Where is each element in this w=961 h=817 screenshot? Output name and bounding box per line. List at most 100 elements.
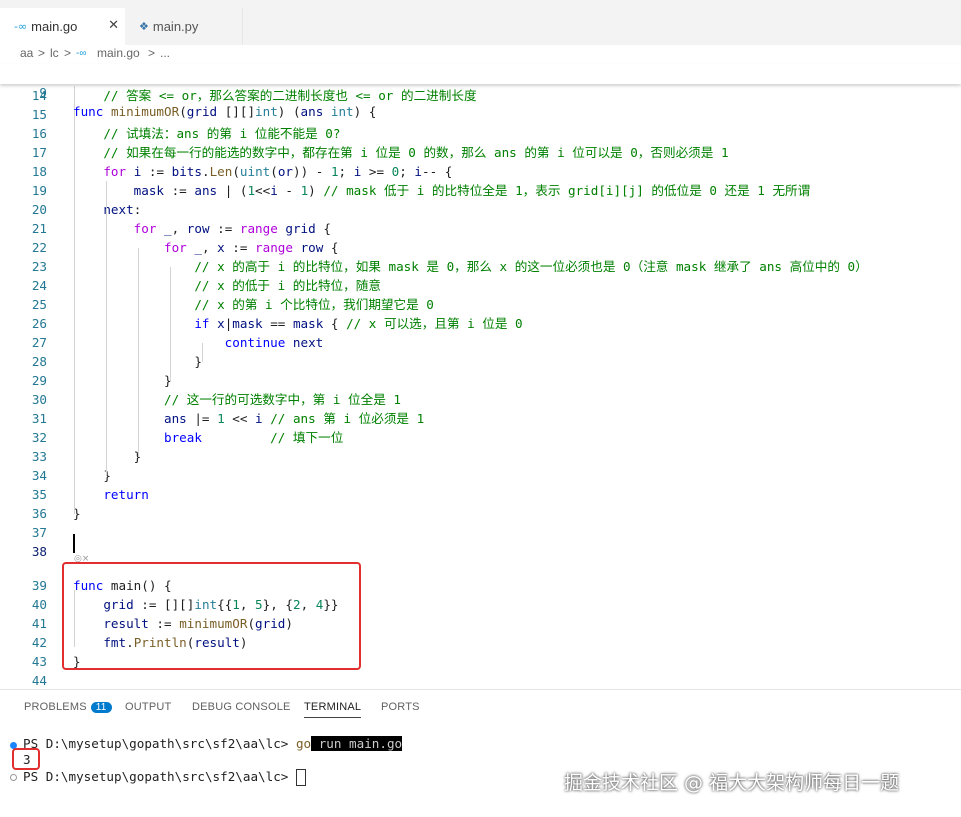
code-line[interactable]: 20 next: — [0, 200, 961, 219]
command-idle-dot-icon — [10, 774, 17, 781]
code-line[interactable]: 38 — [0, 542, 961, 561]
code-line[interactable]: 16 // 试填法：ans 的第 i 位能不能是 0? — [0, 124, 961, 143]
tab-main-go[interactable]: -∞ main.go ✕ — [0, 8, 125, 45]
code-text: return — [103, 487, 149, 502]
code-line[interactable]: 35 return — [0, 485, 961, 504]
terminal-command-go: go — [295, 736, 312, 751]
line-number: 25 — [31, 297, 47, 312]
line-number: 40 — [31, 597, 47, 612]
main-function-highlight — [62, 562, 361, 670]
line-number: 26 — [31, 316, 47, 331]
code-text: continue next — [224, 335, 324, 350]
line-number: 19 — [31, 183, 47, 198]
sticky-scroll-header[interactable]: 9 func minimumOR(grid [][]int) (ans int)… — [0, 64, 961, 119]
terminal-prompt: PS D:\mysetup\gopath\src\sf2\aa\lc> — [23, 769, 296, 784]
tab-main-py[interactable]: ❖ main.py — [125, 8, 243, 45]
code-text: func minimumOR(grid [][]int) (ans int) { — [73, 104, 377, 119]
code-line[interactable]: 37 — [0, 523, 961, 542]
breadcrumb-item[interactable]: ... — [160, 46, 170, 60]
code-line[interactable]: 23 // x 的高于 i 的比特位，如果 mask 是 0，那么 x 的这一位… — [0, 257, 961, 276]
line-number: 37 — [31, 525, 47, 540]
code-line[interactable]: 36} — [0, 504, 961, 523]
tab-terminal[interactable]: TERMINAL — [304, 701, 362, 718]
problems-count-badge: 11 — [90, 702, 112, 713]
tab-debug-console[interactable]: DEBUG CONSOLE — [192, 701, 291, 713]
breadcrumb-separator: > — [38, 46, 46, 60]
code-line[interactable]: 31 ans |= 1 << i // ans 第 i 位必须是 1 — [0, 409, 961, 428]
code-text: break // 填下一位 — [164, 430, 344, 445]
terminal-line: PS D:\mysetup\gopath\src\sf2\aa\lc> — [23, 769, 306, 786]
tab-output[interactable]: OUTPUT — [125, 701, 171, 713]
code-line[interactable]: 27 continue next — [0, 333, 961, 352]
code-text: ans |= 1 << i // ans 第 i 位必须是 1 — [164, 411, 425, 426]
line-number: 42 — [31, 635, 47, 650]
line-number: 44 — [31, 673, 47, 688]
code-line[interactable]: 29 } — [0, 371, 961, 390]
code-text: } — [73, 449, 142, 464]
line-number: 27 — [31, 335, 47, 350]
output-highlight — [12, 748, 40, 770]
code-line[interactable]: 22 for _, x := range row { — [0, 238, 961, 257]
code-line[interactable]: 26 if x|mask == mask { // x 可以选，且第 i 位是 … — [0, 314, 961, 333]
terminal-command-args: run main.go — [311, 736, 403, 751]
breadcrumb-separator: > — [148, 46, 156, 60]
close-icon[interactable]: ✕ — [108, 17, 119, 33]
indent-guide — [138, 248, 139, 457]
line-number: 18 — [31, 164, 47, 179]
code-line[interactable]: 32 break // 填下一位 — [0, 428, 961, 447]
code-line[interactable]: 28 } — [0, 352, 961, 371]
line-number: 23 — [31, 259, 47, 274]
go-icon: -∞ — [76, 48, 87, 59]
code-text: // 如果在每一行的能选的数字中，都存在第 i 位是 0 的数，那么 ans 的… — [103, 145, 729, 160]
breadcrumb-item[interactable]: main.go — [97, 46, 140, 60]
line-number: 31 — [31, 411, 47, 426]
code-line[interactable]: 17 // 如果在每一行的能选的数字中，都存在第 i 位是 0 的数，那么 an… — [0, 143, 961, 162]
code-text: // 试填法：ans 的第 i 位能不能是 0? — [103, 126, 341, 141]
line-number: 30 — [31, 392, 47, 407]
line-number: 17 — [31, 145, 47, 160]
breadcrumb: aa > lc > -∞ main.go > ... — [0, 45, 961, 64]
tab-bar: -∞ main.go ✕ ❖ main.py — [0, 0, 961, 45]
breadcrumb-item[interactable]: lc — [50, 46, 59, 60]
tab-problems[interactable]: PROBLEMS 11 — [24, 701, 112, 713]
code-line[interactable]: 44 — [0, 671, 961, 690]
line-number: 24 — [31, 278, 47, 293]
code-text: next: — [103, 202, 142, 217]
code-text: } — [73, 373, 172, 388]
line-number: 9 — [39, 85, 47, 100]
line-number: 36 — [31, 506, 47, 521]
code-text: // x 的高于 i 的比特位，如果 mask 是 0，那么 x 的这一位必须也… — [194, 259, 868, 274]
indent-guide — [74, 86, 75, 514]
indent-guide — [106, 181, 107, 476]
code-text: for _, x := range row { — [164, 240, 339, 255]
code-line[interactable]: 33 } — [0, 447, 961, 466]
line-number: 38 — [31, 544, 47, 559]
line-number: 22 — [31, 240, 47, 255]
tab-ports[interactable]: PORTS — [381, 701, 420, 713]
code-line[interactable]: 21 for _, row := range grid { — [0, 219, 961, 238]
breadcrumb-item[interactable]: aa — [20, 46, 33, 60]
terminal-cursor[interactable] — [295, 769, 306, 786]
line-number: 29 — [31, 373, 47, 388]
code-text: if x|mask == mask { // x 可以选，且第 i 位是 0 — [194, 316, 523, 331]
python-icon: ❖ — [139, 20, 149, 33]
line-number: 28 — [31, 354, 47, 369]
code-line[interactable]: 34 } — [0, 466, 961, 485]
code-line[interactable]: 25 // x 的第 i 个比特位，我们期望它是 0 — [0, 295, 961, 314]
indent-guide — [202, 343, 203, 362]
code-text: mask := ans | (1<<i - 1) // mask 低于 i 的比… — [133, 183, 811, 198]
indent-guide — [170, 267, 171, 381]
text-cursor — [73, 534, 75, 553]
code-text: // x 的第 i 个比特位，我们期望它是 0 — [194, 297, 434, 312]
line-number: 41 — [31, 616, 47, 631]
line-number: 32 — [31, 430, 47, 445]
watermark: 掘金技术社区 @ 福大大架构师每日一题 — [564, 772, 900, 794]
go-icon: -∞ — [14, 20, 28, 33]
line-number: 20 — [31, 202, 47, 217]
line-number: 43 — [31, 654, 47, 669]
code-line[interactable]: 18 for i := bits.Len(uint(or)) - 1; i >=… — [0, 162, 961, 181]
code-line[interactable]: 30 // 这一行的可选数字中，第 i 位全是 1 — [0, 390, 961, 409]
code-line[interactable]: 24 // x 的低于 i 的比特位，随意 — [0, 276, 961, 295]
code-line[interactable]: 19 mask := ans | (1<<i - 1) // mask 低于 i… — [0, 181, 961, 200]
line-number: 35 — [31, 487, 47, 502]
